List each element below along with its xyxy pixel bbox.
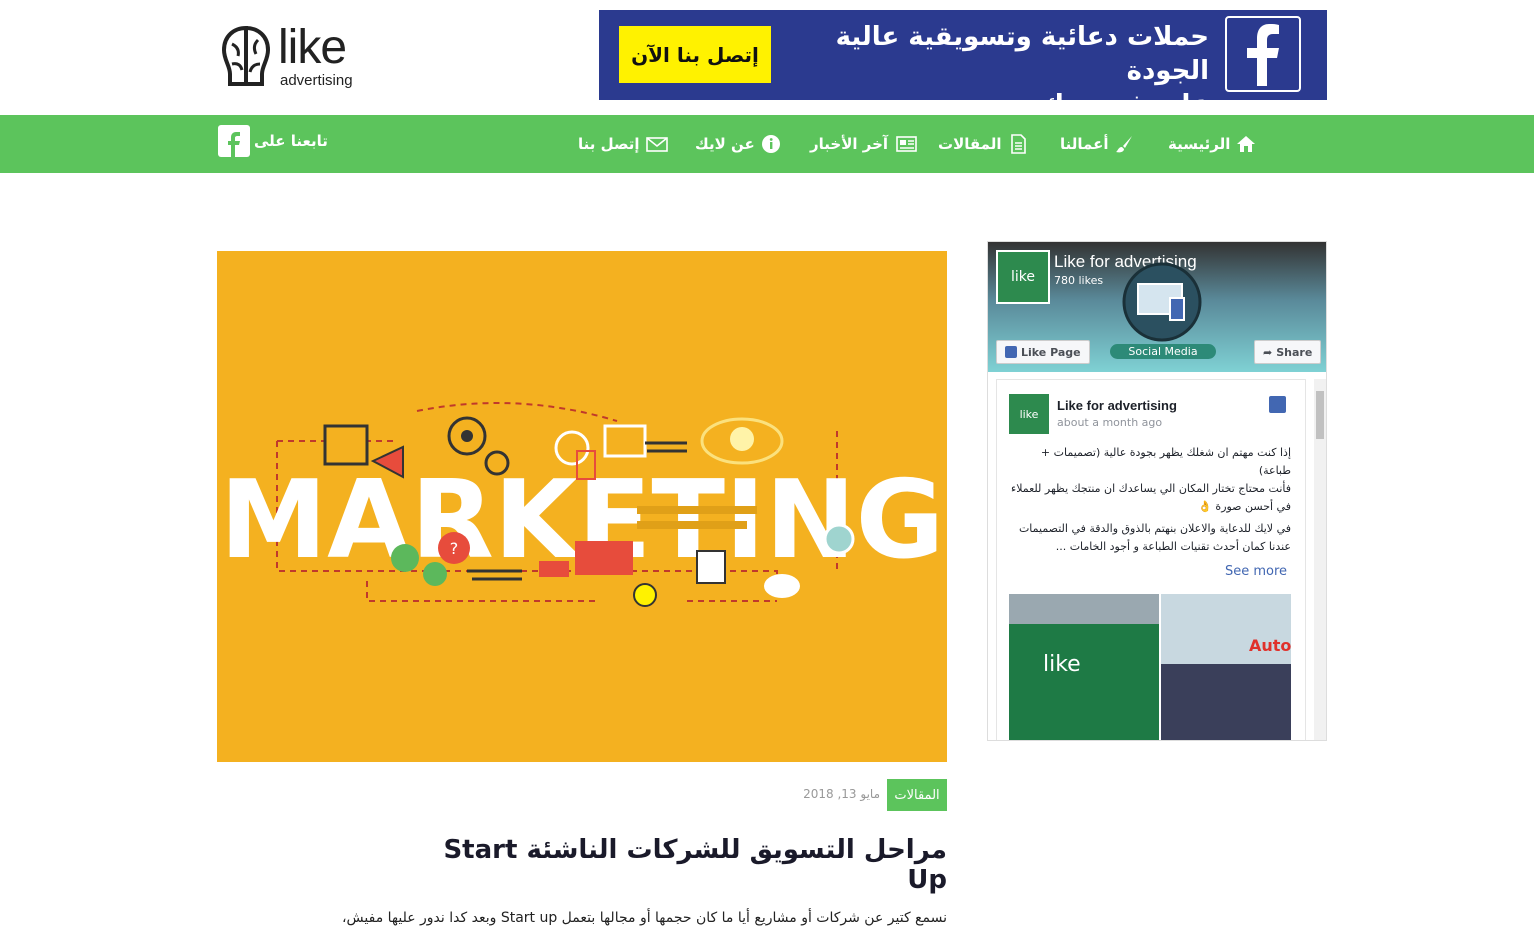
brush-icon [1116, 136, 1133, 153]
storefront [1161, 664, 1291, 740]
nav-label-articles: المقالات [938, 135, 1002, 153]
site-header: like advertising إتصل بنا الآن حملات دعا… [0, 0, 1534, 120]
envelope-icon [645, 137, 668, 152]
nav-item-works[interactable]: أعمالنا [1060, 115, 1134, 173]
building-roof [1009, 594, 1159, 624]
post-excerpt: نسمع كتير عن شركات أو مشاريع أيا ما كان … [342, 910, 947, 926]
nav-item-news[interactable]: آخر الأخبار [810, 115, 918, 173]
share-icon: ➦ [1263, 345, 1273, 359]
feed-post-author[interactable]: Like for advertising [1057, 398, 1177, 413]
nav-label-works: أعمالنا [1060, 135, 1109, 153]
logo-word: like [278, 21, 347, 74]
cover-caption: Social Media [1110, 344, 1216, 359]
feed-photo-left[interactable]: like [1009, 594, 1159, 740]
marketing-illustration: MARKETING ? [220, 402, 944, 607]
follow-on-facebook[interactable]: تابعنا على [218, 125, 328, 157]
feed-scroll-thumb[interactable] [1316, 391, 1324, 439]
photo-sign-text: Auto [1249, 636, 1292, 655]
fb-feed[interactable]: like Like for advertising about a month … [996, 379, 1306, 740]
nav-item-articles[interactable]: المقالات [938, 115, 1028, 173]
monitor-icon [1122, 262, 1202, 342]
featured-image[interactable]: MARKETING ? [217, 251, 947, 762]
facebook-small-icon [1269, 396, 1286, 413]
nav-item-about[interactable]: عن لايك [695, 115, 781, 173]
facebook-logo-icon [1225, 16, 1301, 92]
nav-label-home: الرئيسية [1168, 135, 1231, 153]
facebook-page-widget[interactable]: like Like for advertising 780 likes Like… [987, 241, 1327, 741]
feed-post-line: إذا كنت مهتم ان شغلك يظهر بجودة عالية (ت… [1040, 446, 1291, 477]
facebook-icon [218, 125, 250, 157]
nav-label-about: عن لايك [695, 135, 755, 153]
feed-scrollbar[interactable] [1314, 379, 1326, 740]
photo-logo-text: like [1043, 652, 1081, 677]
share-button[interactable]: ➦ Share [1254, 340, 1322, 364]
brain-icon [221, 25, 271, 86]
fb-page-avatar[interactable]: like [996, 250, 1050, 304]
fb-page-likes: 780 likes [1054, 274, 1104, 287]
nav-item-home[interactable]: الرئيسية [1168, 115, 1256, 173]
site-logo[interactable]: like advertising [220, 22, 370, 92]
newspaper-icon [896, 136, 917, 152]
svg-text:?: ? [450, 539, 459, 558]
nav-item-contact[interactable]: إتصل بنا [578, 115, 668, 173]
banner-headline: حملات دعائية وتسويقية عالية الجودة على ف… [789, 20, 1209, 122]
fb-like-icon [1005, 346, 1017, 358]
follow-label: تابعنا على [254, 132, 328, 150]
share-label: Share [1276, 345, 1313, 359]
nav-label-contact: إتصل بنا [578, 135, 640, 153]
like-page-label: Like Page [1021, 345, 1081, 359]
post-date: مايو 13, 2018 [803, 787, 880, 801]
banner-headline-line1: حملات دعائية وتسويقية عالية الجودة [835, 22, 1209, 86]
post-title[interactable]: مراحل التسويق للشركات الناشئة Start Up [400, 835, 947, 895]
logo-subtitle: advertising [280, 72, 353, 89]
feed-post-time[interactable]: about a month ago [1057, 416, 1162, 429]
fb-cover-image[interactable]: like Like for advertising 780 likes Like… [988, 242, 1326, 372]
feed-post-body: إذا كنت مهتم ان شغلك يظهر بجودة عالية (ت… [1009, 444, 1291, 556]
like-page-button[interactable]: Like Page [996, 340, 1090, 364]
info-icon [761, 135, 780, 153]
feed-post-avatar[interactable]: like [1009, 394, 1049, 434]
category-badge[interactable]: المقالات [887, 779, 947, 811]
feed-photo-right[interactable]: Auto [1161, 594, 1292, 740]
nav-label-news: آخر الأخبار [810, 135, 889, 153]
feed-post-line: في لايك للدعاية والاعلان بنهتم بالذوق وا… [1018, 522, 1291, 553]
feed-post-line: فأنت محتاج تختار المكان الي يساعدك ان من… [1011, 482, 1291, 513]
document-icon [1010, 134, 1026, 154]
see-more-link[interactable]: See more [1225, 564, 1287, 579]
ad-banner[interactable]: إتصل بنا الآن حملات دعائية وتسويقية عالي… [599, 10, 1327, 120]
banner-cta-button[interactable]: إتصل بنا الآن [619, 26, 771, 83]
home-icon [1237, 136, 1256, 152]
